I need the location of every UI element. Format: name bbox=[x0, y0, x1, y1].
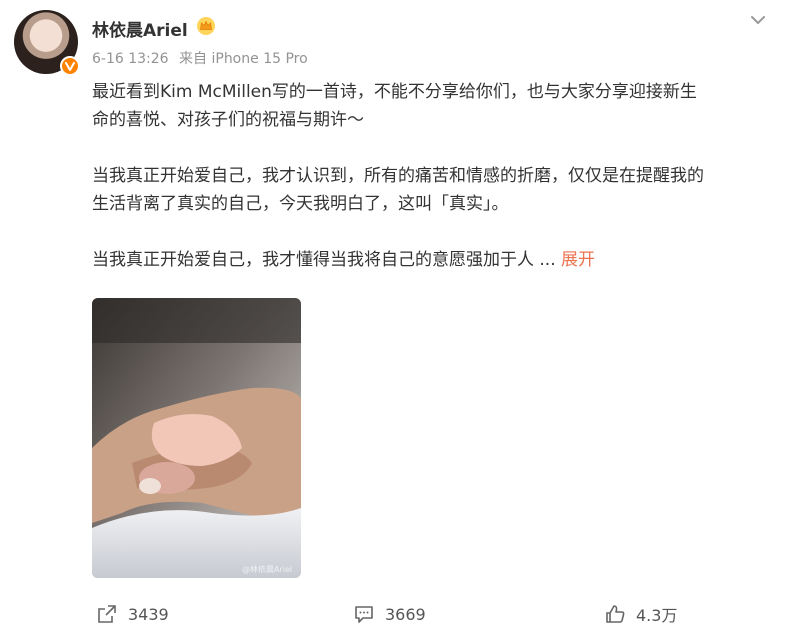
expand-link[interactable]: 展开 bbox=[561, 250, 595, 270]
photo-watermark: @林依晨Ariel bbox=[242, 564, 292, 574]
more-icon[interactable] bbox=[746, 8, 770, 32]
post-line: 当我真正开始爱自己，我才认识到，所有的痛苦和情感的折磨，仅仅是在提醒我的 bbox=[92, 166, 704, 186]
post-paragraph-3: 当我真正开始爱自己，我才懂得当我将自己的意愿强加于人 ... 展开 bbox=[92, 246, 772, 274]
like-count: 4.3万 bbox=[636, 606, 678, 625]
post-line-truncated: 当我真正开始爱自己，我才懂得当我将自己的意愿强加于人 ... 展开 bbox=[92, 246, 772, 274]
comment-icon bbox=[355, 606, 373, 623]
like-icon bbox=[606, 605, 625, 623]
comment-count: 3669 bbox=[385, 604, 426, 624]
action-bar: 3439 3669 4.3万 bbox=[0, 596, 790, 632]
post-line: 生活背离了真实的自己，今天我明白了，这叫「真实」。 bbox=[92, 194, 509, 214]
post-source: 来自 iPhone 15 Pro bbox=[179, 51, 308, 67]
post-paragraph-1: 最近看到Kim McMillen写的一首诗，不能不分享给你们，也与大家分享迎接新… bbox=[92, 78, 772, 134]
post-line: 当我真正开始爱自己，我才懂得当我将自己的意愿强加于人 bbox=[92, 250, 534, 270]
like-button[interactable]: 4.3万 bbox=[604, 596, 677, 632]
post-meta: 6-16 13:26 来自 iPhone 15 Pro bbox=[92, 48, 314, 68]
post-photo[interactable]: @林依晨Ariel bbox=[92, 298, 301, 578]
post-line: 最近看到Kim McMillen写的一首诗，不能不分享给你们，也与大家分享迎接新… bbox=[92, 82, 697, 102]
post-date[interactable]: 6-16 13:26 bbox=[92, 51, 169, 67]
post-content: 最近看到Kim McMillen写的一首诗，不能不分享给你们，也与大家分享迎接新… bbox=[92, 78, 772, 274]
share-button[interactable]: 3439 bbox=[96, 596, 169, 632]
share-icon bbox=[98, 605, 116, 623]
avatar[interactable] bbox=[14, 10, 80, 76]
post-paragraph-2: 当我真正开始爱自己，我才认识到，所有的痛苦和情感的折磨，仅仅是在提醒我的 生活背… bbox=[92, 162, 772, 218]
verified-icon bbox=[60, 56, 80, 76]
share-count: 3439 bbox=[128, 604, 169, 624]
ellipsis: ... bbox=[534, 250, 556, 270]
username[interactable]: 林依晨Ariel bbox=[92, 16, 188, 41]
post-line: 命的喜悦、对孩子们的祝福与期许～ bbox=[92, 110, 364, 130]
comment-button[interactable]: 3669 bbox=[353, 596, 426, 632]
crown-icon[interactable] bbox=[196, 16, 216, 36]
